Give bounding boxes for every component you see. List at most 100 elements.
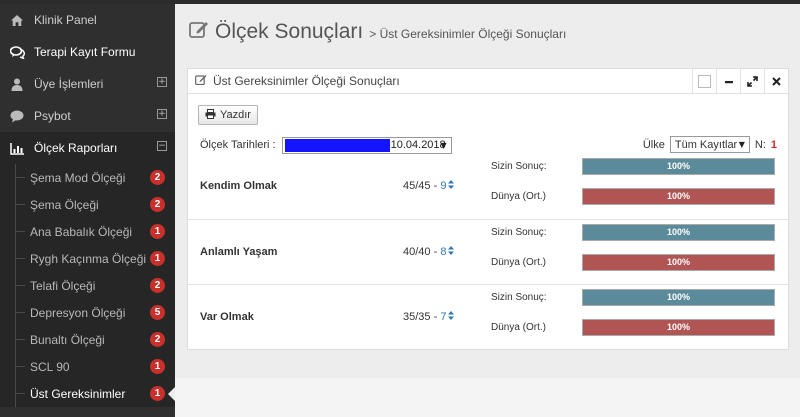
printer-icon <box>205 108 216 122</box>
results-panel: Üst Gereksinimler Ölçeği Sonuçları Yazdı… <box>187 68 789 350</box>
edit-icon <box>195 74 207 88</box>
sidebar-subitem-label: Üst Gereksinimler <box>30 386 126 401</box>
user-icon <box>8 78 26 91</box>
sidebar-subitem-rygh-kacinma[interactable]: Rygh Kaçınma Ölçeği 1 <box>0 245 175 272</box>
sidebar: Klinik Panel Terapi Kayıt Formu Üye İşle… <box>0 4 176 417</box>
sort-icon[interactable] <box>448 180 455 192</box>
count-badge: 1 <box>150 386 165 401</box>
footer-area <box>175 378 800 417</box>
close-icon[interactable] <box>764 69 788 94</box>
country-filter: Ülke Tüm Kayıtlar ▼ N: 1 <box>643 136 777 153</box>
expand-icon[interactable]: + <box>157 109 167 119</box>
your-result-bar: 100% <box>582 289 775 306</box>
sidebar-subitem-sema[interactable]: Şema Ölçeği 2 <box>0 191 175 218</box>
print-label: Yazdır <box>220 109 251 121</box>
fullscreen-icon[interactable] <box>740 69 764 94</box>
n-value: 1 <box>770 138 777 151</box>
world-average-label: Dünya (Ort.) <box>491 191 547 202</box>
country-value: Tüm Kayıtlar <box>674 138 738 151</box>
edit-icon <box>189 20 209 45</box>
sidebar-item-klinik-panel[interactable]: Klinik Panel <box>0 4 175 36</box>
panel-header: Üst Gereksinimler Ölçeği Sonuçları <box>188 69 788 94</box>
scale-score: 35/35 - 7 <box>403 311 455 323</box>
world-average-label: Dünya (Ort.) <box>491 257 547 268</box>
sidebar-subitem-telafi[interactable]: Telafi Ölçeği 2 <box>0 272 175 299</box>
comment-icon <box>8 110 26 123</box>
panel-title: Üst Gereksinimler Ölçeği Sonuçları <box>213 74 400 88</box>
sidebar-subitem-bunalti[interactable]: Bunaltı Ölçeği 2 <box>0 326 175 353</box>
rank-value: 8 <box>440 246 447 258</box>
sidebar-subitem-sema-mod[interactable]: Şema Mod Ölçeği 2 <box>0 164 175 191</box>
collapse-icon[interactable]: − <box>157 141 167 151</box>
your-result-bar: 100% <box>582 224 775 241</box>
panel-toolbar <box>692 69 788 94</box>
rank-value: 9 <box>440 180 447 192</box>
sidebar-subitem-ust-gereksinimler[interactable]: Üst Gereksinimler 1 <box>0 380 176 407</box>
page-title: Ölçek Sonuçları <box>215 20 364 43</box>
sidebar-item-terapi-kayit-formu[interactable]: Terapi Kayıt Formu <box>0 36 175 68</box>
sidebar-item-label: Terapi Kayıt Formu <box>34 45 136 59</box>
sidebar-subitem-depresyon[interactable]: Depresyon Ölçeği 5 <box>0 299 175 326</box>
count-badge: 1 <box>150 224 165 239</box>
count-badge: 2 <box>150 332 165 347</box>
world-average-label: Dünya (Ort.) <box>491 322 547 333</box>
sidebar-subitem-label: SCL 90 <box>30 359 70 374</box>
main-content: Ölçek Sonuçları > Üst Gereksinimler Ölçe… <box>175 4 800 417</box>
sidebar-item-label: Psybot <box>34 109 71 123</box>
sidebar-item-psybot[interactable]: Psybot + <box>0 100 175 132</box>
page-header: Ölçek Sonuçları > Üst Gereksinimler Ölçe… <box>175 4 800 60</box>
n-label: N: <box>754 138 766 151</box>
sidebar-subitem-ana-babalik[interactable]: Ana Babalık Ölçeği 1 <box>0 218 175 245</box>
scale-name: Var Olmak <box>200 311 254 323</box>
breadcrumb: > Üst Gereksinimler Ölçeği Sonuçları <box>369 27 567 41</box>
sidebar-item-label: Üye İşlemleri <box>34 77 104 91</box>
sidebar-subitem-scl90[interactable]: SCL 90 1 <box>0 353 175 380</box>
redacted-block <box>284 138 390 152</box>
count-badge: 2 <box>150 197 165 212</box>
caret-down-icon: ▼ <box>440 140 447 150</box>
sort-icon[interactable] <box>448 311 455 323</box>
date-select[interactable]: 10.04.2018 ▼ <box>281 136 452 154</box>
world-average-bar: 100% <box>582 319 775 336</box>
sidebar-subitem-label: Telafi Ölçeği <box>30 278 96 293</box>
sidebar-submenu: Şema Mod Ölçeği 2 Şema Ölçeği 2 Ana Baba… <box>0 164 176 407</box>
country-select[interactable]: Tüm Kayıtlar ▼ <box>669 136 750 153</box>
bar-chart-icon <box>8 142 26 155</box>
color-picker-button[interactable] <box>692 69 716 94</box>
date-value: 10.04.2018 <box>390 139 446 151</box>
sidebar-subitem-label: Rygh Kaçınma Ölçeği <box>30 251 147 266</box>
count-badge: 2 <box>150 170 165 185</box>
count-badge: 1 <box>150 251 165 266</box>
sidebar-subitem-label: Bunaltı Ölçeği <box>30 332 105 347</box>
your-result-label: Sizin Sonuç: <box>491 227 547 238</box>
scale-score: 45/45 - 9 <box>403 180 455 192</box>
date-label: Ölçek Tarihleri : <box>200 139 276 151</box>
filter-row: Ölçek Tarihleri : 10.04.2018 ▼ Ülke Tüm … <box>200 136 780 154</box>
sidebar-item-uye-islemleri[interactable]: Üye İşlemleri + <box>0 68 175 100</box>
scale-name: Anlamlı Yaşam <box>200 246 278 258</box>
your-result-label: Sizin Sonuç: <box>491 161 547 172</box>
world-average-bar: 100% <box>582 254 775 271</box>
expand-icon[interactable]: + <box>157 77 167 87</box>
sort-icon[interactable] <box>448 246 455 258</box>
sidebar-item-label: Ölçek Raporları <box>34 141 118 155</box>
sidebar-subitem-label: Şema Ölçeği <box>30 197 99 212</box>
world-average-bar: 100% <box>582 188 775 205</box>
result-row: Anlamlı Yaşam 40/40 - 8 Sizin Sonuç: 100… <box>188 219 788 283</box>
rank-value: 7 <box>440 311 447 323</box>
count-badge: 1 <box>150 359 165 374</box>
sidebar-subitem-label: Ana Babalık Ölçeği <box>30 224 133 239</box>
sidebar-subitem-label: Depresyon Ölçeği <box>30 305 126 320</box>
minimize-icon[interactable] <box>716 69 740 94</box>
count-badge: 5 <box>150 305 165 320</box>
country-label: Ülke <box>642 138 665 151</box>
caret-down-icon: ▼ <box>738 140 745 149</box>
your-result-label: Sizin Sonuç: <box>491 292 547 303</box>
your-result-bar: 100% <box>582 158 775 175</box>
scale-name: Kendim Olmak <box>200 180 278 192</box>
print-button[interactable]: Yazdır <box>198 105 258 125</box>
sidebar-item-label: Klinik Panel <box>34 13 97 27</box>
sidebar-item-olcek-raporlari[interactable]: Ölçek Raporları − <box>0 132 175 164</box>
result-row: Kendim Olmak 45/45 - 9 Sizin Sonuç: 100%… <box>188 154 788 218</box>
sidebar-subitem-label: Şema Mod Ölçeği <box>30 170 126 185</box>
